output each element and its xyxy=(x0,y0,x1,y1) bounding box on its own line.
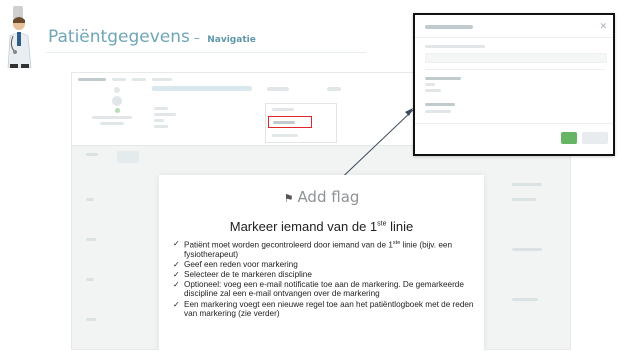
check-icon: ✓ xyxy=(173,299,180,309)
slide-title-main: Patiëntgegevens xyxy=(48,27,190,47)
add-flag-modal: ✕ xyxy=(413,13,615,156)
check-icon: ✓ xyxy=(173,269,180,279)
title-separator: – xyxy=(193,31,200,45)
list-item: ✓ Optioneel: voeg een e-mail notificatie … xyxy=(173,279,464,298)
ok-button[interactable] xyxy=(561,132,577,144)
card-header: ⚑ Add flag xyxy=(159,188,484,206)
check-icon: ✓ xyxy=(173,239,180,248)
card-header-label: Add flag xyxy=(297,188,360,206)
close-icon[interactable]: ✕ xyxy=(599,21,607,32)
explanation-card: ⚑ Add flag Markeer iemand van de 1ste lin… xyxy=(159,175,484,351)
check-icon: ✓ xyxy=(173,259,180,269)
list-item: ✓ Selecteer de te markeren discipline xyxy=(173,269,312,279)
slide-title: Patiëntgegevens – Navigatie xyxy=(48,27,256,47)
cancel-button[interactable] xyxy=(582,132,608,144)
doctor-clipart-icon xyxy=(7,6,32,68)
card-title: Markeer iemand van de 1ste linie xyxy=(229,219,414,234)
add-flag-menu-item[interactable] xyxy=(268,116,312,128)
list-item: ✓ Een markering voegt een nieuwe regel to… xyxy=(173,299,474,318)
list-item: ✓ Patiënt moet worden gecontroleerd door … xyxy=(173,239,452,259)
list-item: ✓ Geef een reden voor markering xyxy=(173,259,298,269)
slide-subtitle: Navigatie xyxy=(207,35,256,45)
title-underline xyxy=(46,52,366,53)
bullet-list: ✓ Patiënt moet worden gecontroleerd door … xyxy=(173,239,478,319)
check-icon: ✓ xyxy=(173,279,180,289)
flag-icon: ⚑ xyxy=(283,192,294,205)
